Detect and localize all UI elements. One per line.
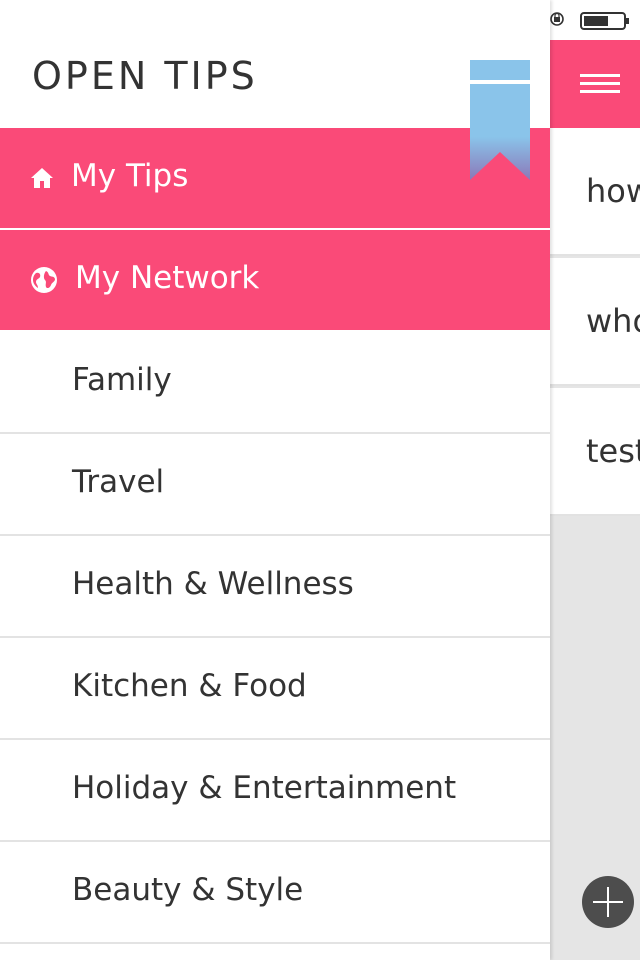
navigation-drawer: OPEN TIPS My Tips My Network Family Trav…	[0, 0, 550, 960]
tip-row[interactable]: how	[550, 128, 640, 256]
category-family[interactable]: Family	[0, 332, 550, 434]
app-title: OPEN TIPS	[32, 54, 258, 98]
tip-row[interactable]: who	[550, 258, 640, 386]
bookmark-icon[interactable]	[470, 60, 530, 180]
menu-icon[interactable]	[580, 74, 620, 94]
tip-title: how	[586, 172, 640, 210]
rotation-lock-icon	[550, 12, 564, 26]
category-label: Travel	[72, 464, 165, 500]
main-panel: how who test	[550, 0, 640, 960]
globe-icon	[31, 267, 57, 293]
category-kitchen-food[interactable]: Kitchen & Food	[0, 638, 550, 740]
category-label: Family	[72, 362, 172, 398]
nav-item-my-tips[interactable]: My Tips	[0, 128, 550, 228]
battery-icon	[580, 12, 629, 30]
tip-title: who	[586, 302, 640, 340]
category-label: Kitchen & Food	[72, 668, 307, 704]
category-holiday-entertainment[interactable]: Holiday & Entertainment	[0, 740, 550, 842]
category-label: Beauty & Style	[72, 872, 304, 908]
add-tip-button[interactable]	[582, 876, 634, 928]
tip-title: test	[586, 432, 640, 470]
category-beauty-style[interactable]: Beauty & Style	[0, 842, 550, 944]
home-icon	[31, 168, 53, 188]
nav-item-my-network[interactable]: My Network	[0, 230, 550, 330]
nav-item-label: My Network	[75, 260, 260, 296]
category-health-wellness[interactable]: Health & Wellness	[0, 536, 550, 638]
category-label: Health & Wellness	[72, 566, 354, 602]
nav-item-label: My Tips	[71, 158, 189, 194]
category-label: Holiday & Entertainment	[72, 770, 457, 806]
tip-row[interactable]: test	[550, 388, 640, 516]
status-bar	[550, 0, 640, 40]
category-travel[interactable]: Travel	[0, 434, 550, 536]
